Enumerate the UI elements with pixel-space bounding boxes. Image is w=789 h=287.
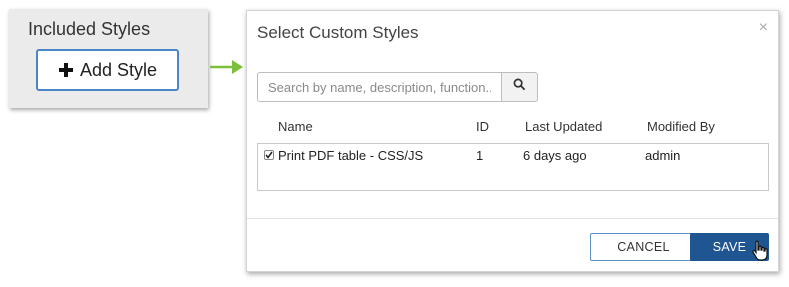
column-header-last-updated[interactable]: Last Updated xyxy=(525,119,602,134)
modal-title: Select Custom Styles xyxy=(257,23,419,42)
search-icon xyxy=(513,78,526,96)
row-id: 1 xyxy=(476,148,484,163)
column-header-modified-by[interactable]: Modified By xyxy=(647,119,715,134)
arrow-right-icon xyxy=(210,60,243,74)
add-style-label: Add Style xyxy=(79,59,158,80)
included-styles-title: Included Styles xyxy=(28,19,151,39)
plus-icon xyxy=(58,62,74,78)
row-modified-by: admin xyxy=(645,148,681,163)
search-bar xyxy=(257,72,538,102)
styles-list: Print PDF table - CSS/JS 1 6 days ago ad… xyxy=(257,143,769,191)
column-header-name[interactable]: Name xyxy=(278,119,313,134)
row-last-updated: 6 days ago xyxy=(523,148,587,163)
table-row[interactable]: Print PDF table - CSS/JS 1 6 days ago ad… xyxy=(258,148,768,168)
included-styles-panel: Included Styles Add Style xyxy=(9,9,208,108)
cancel-button[interactable]: CANCEL xyxy=(590,233,697,261)
add-style-button[interactable]: Add Style xyxy=(36,49,179,91)
footer-divider xyxy=(247,218,778,219)
select-custom-styles-modal: Select Custom Styles × Name ID Last Upda… xyxy=(246,10,779,272)
search-button[interactable] xyxy=(502,72,538,102)
checkmark-icon xyxy=(265,151,273,159)
search-input[interactable] xyxy=(257,72,502,102)
row-checkbox[interactable] xyxy=(264,150,274,160)
row-name: Print PDF table - CSS/JS xyxy=(278,148,424,163)
close-icon[interactable]: × xyxy=(759,19,768,37)
hand-cursor-icon xyxy=(752,240,768,261)
column-header-id[interactable]: ID xyxy=(476,119,489,134)
